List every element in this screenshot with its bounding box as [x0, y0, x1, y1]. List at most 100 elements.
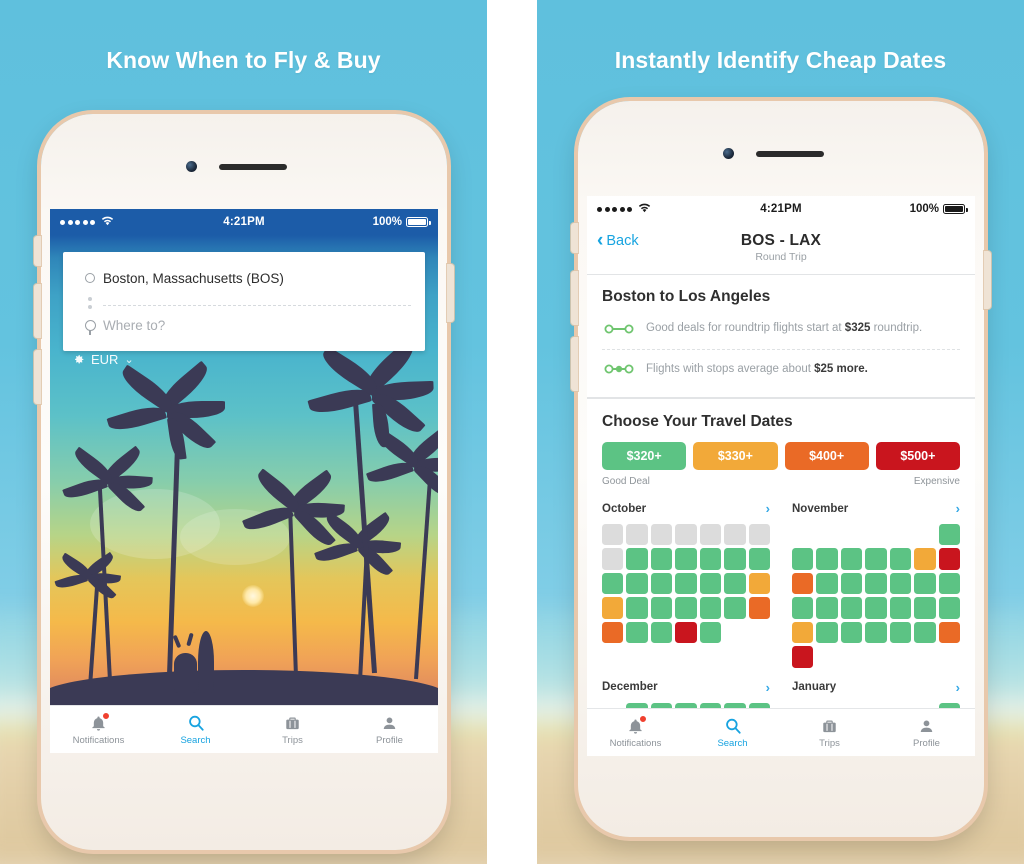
calendar-day-cell[interactable]	[914, 572, 936, 595]
calendar-day-cell[interactable]	[938, 597, 960, 619]
tab-notifications[interactable]: Notifications	[50, 706, 147, 753]
volume-down-button[interactable]	[34, 350, 41, 404]
calendar-day-cell[interactable]	[840, 572, 863, 595]
calendar-empty-cell	[841, 524, 862, 545]
calendar-day-cell[interactable]	[675, 621, 697, 644]
fact-with-stops: Flights with stops average about $25 mor…	[602, 358, 960, 384]
calendar-empty-cell	[816, 524, 837, 545]
search-card[interactable]: Boston, Massachusetts (BOS) Where to?	[63, 252, 425, 351]
calendar-day-cell[interactable]	[724, 597, 746, 619]
bell-icon	[627, 715, 647, 735]
calendar-grid[interactable]	[792, 524, 960, 668]
calendar-day-cell[interactable]	[816, 621, 838, 644]
currency-selector[interactable]: EUR ⌄	[72, 352, 134, 367]
month-header[interactable]: October ›	[602, 501, 770, 516]
calendar-day-cell[interactable]	[626, 597, 648, 619]
month-header[interactable]: December ›	[602, 680, 770, 695]
calendar-grid[interactable]	[602, 524, 770, 644]
calendar-day-cell[interactable]	[816, 572, 838, 595]
calendar-day-cell[interactable]	[816, 548, 838, 570]
volume-up-button[interactable]	[34, 284, 41, 338]
tab-search[interactable]: Search	[147, 706, 244, 753]
calendar-day-cell[interactable]	[699, 572, 722, 595]
calendar-day-cell[interactable]	[602, 621, 624, 644]
calendar-day-cell[interactable]	[650, 597, 673, 619]
calendar-day-cell[interactable]	[748, 597, 770, 619]
calendar-day-cell[interactable]	[914, 548, 936, 570]
calendar-day-cell[interactable]	[816, 597, 838, 619]
chevron-right-icon[interactable]: ›	[766, 680, 770, 695]
chevron-right-icon[interactable]: ›	[956, 501, 960, 516]
calendar-day-cell[interactable]	[865, 621, 887, 644]
calendar-day-cell[interactable]	[938, 548, 960, 570]
calendar-day-cell[interactable]	[792, 548, 814, 570]
calendar-day-cell[interactable]	[675, 597, 697, 619]
calendar-day-cell[interactable]	[748, 572, 770, 595]
calendar-day-cell[interactable]	[626, 572, 648, 595]
chevron-right-icon[interactable]: ›	[766, 501, 770, 516]
volume-up-button[interactable]	[571, 271, 578, 325]
calendar-day-cell[interactable]	[699, 548, 722, 570]
calendar-day-cell[interactable]	[938, 621, 960, 644]
calendar-day-cell[interactable]	[675, 572, 697, 595]
calendar-day-cell[interactable]	[938, 572, 960, 595]
tab-trips[interactable]: Trips	[781, 709, 878, 756]
calendar-day-cell[interactable]	[650, 621, 673, 644]
legend-chip[interactable]: $500+	[875, 442, 960, 471]
calendar-day-cell[interactable]	[792, 646, 814, 668]
search-icon	[724, 716, 742, 735]
calendar-day-cell[interactable]	[889, 597, 912, 619]
calendar-day-cell[interactable]	[914, 621, 936, 644]
back-button[interactable]: ‹ Back	[597, 231, 639, 250]
legend-chip[interactable]: $330+	[693, 442, 778, 471]
mute-switch[interactable]	[571, 223, 578, 253]
calendar-day-cell[interactable]	[840, 597, 863, 619]
calendar-empty-cell	[914, 646, 935, 667]
calendar-day-cell[interactable]	[626, 548, 648, 570]
calendar-day-cell[interactable]	[602, 572, 624, 595]
palm-tree	[365, 426, 438, 680]
month-header[interactable]: November ›	[792, 501, 960, 516]
month-header[interactable]: January ›	[792, 680, 960, 695]
calendar-day-cell[interactable]	[840, 548, 863, 570]
legend-chip[interactable]: $320+	[602, 442, 687, 471]
mute-switch[interactable]	[34, 236, 41, 266]
tab-search[interactable]: Search	[684, 709, 781, 756]
legend-chip[interactable]: $400+	[784, 442, 869, 471]
calendar-day-cell[interactable]	[748, 548, 770, 570]
calendar-day-cell[interactable]	[889, 548, 912, 570]
calendar-day-cell[interactable]	[699, 621, 722, 644]
calendar-day-cell[interactable]	[650, 548, 673, 570]
calendar-day-cell[interactable]	[699, 597, 722, 619]
calendar-day-cell[interactable]	[724, 548, 746, 570]
calendar-day-cell[interactable]	[626, 621, 648, 644]
power-button[interactable]	[447, 264, 454, 322]
calendar-day-cell[interactable]	[792, 572, 814, 595]
tab-trips[interactable]: Trips	[244, 706, 341, 753]
tab-profile[interactable]: Profile	[878, 709, 975, 756]
destination-field[interactable]: Where to?	[63, 310, 425, 340]
tab-notifications[interactable]: Notifications	[587, 709, 684, 756]
calendar-day-cell[interactable]	[889, 572, 912, 595]
origin-field[interactable]: Boston, Massachusetts (BOS)	[63, 263, 425, 293]
calendar-day-cell[interactable]	[650, 572, 673, 595]
calendar-day-cell[interactable]	[724, 572, 746, 595]
right-tab-bar: Notifications Search Trips Profile	[587, 708, 975, 756]
calendar-day-cell[interactable]	[938, 524, 960, 546]
calendar-day-cell[interactable]	[792, 621, 814, 644]
calendar-day-cell[interactable]	[865, 548, 887, 570]
calendar-day-cell[interactable]	[914, 597, 936, 619]
volume-down-button[interactable]	[571, 337, 578, 391]
calendar-day-cell[interactable]	[889, 621, 912, 644]
calendar-empty-cell	[841, 646, 862, 667]
power-button[interactable]	[984, 251, 991, 309]
calendar-day-cell[interactable]	[840, 621, 863, 644]
tab-profile[interactable]: Profile	[341, 706, 438, 753]
calendar-day-cell[interactable]	[865, 597, 887, 619]
calendar-day-cell[interactable]	[865, 572, 887, 595]
calendar-day-cell[interactable]	[602, 597, 624, 619]
calendar-day-cell[interactable]	[792, 597, 814, 619]
calendar-empty-cell	[724, 622, 745, 643]
chevron-right-icon[interactable]: ›	[956, 680, 960, 695]
calendar-day-cell[interactable]	[675, 548, 697, 570]
